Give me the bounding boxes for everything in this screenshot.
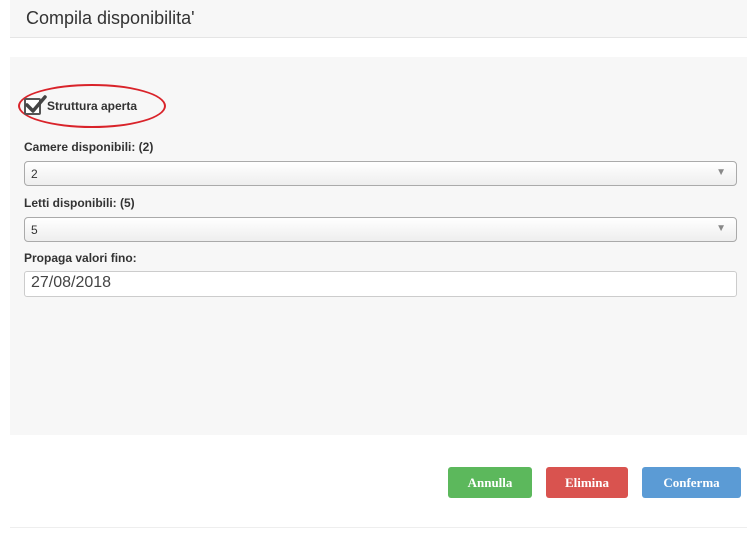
conferma-button[interactable]: Conferma bbox=[642, 467, 741, 498]
footer-divider bbox=[10, 527, 747, 528]
dropdown-arrow-icon: ▼ bbox=[716, 167, 726, 178]
annulla-button[interactable]: Annulla bbox=[448, 467, 532, 498]
struttura-aperta-checkbox-row[interactable]: Struttura aperta bbox=[24, 94, 138, 117]
elimina-button[interactable]: Elimina bbox=[546, 467, 628, 498]
propaga-label: Propaga valori fino: bbox=[24, 251, 137, 265]
letti-label: Letti disponibili: (5) bbox=[24, 196, 135, 210]
letti-select[interactable]: 5 ▼ bbox=[24, 217, 737, 242]
camere-label: Camere disponibili: (2) bbox=[24, 140, 154, 154]
checkbox-label: Struttura aperta bbox=[47, 99, 138, 113]
dropdown-arrow-icon: ▼ bbox=[716, 223, 726, 234]
camere-select-value: 2 bbox=[31, 167, 38, 181]
checkmark-icon bbox=[25, 94, 47, 113]
letti-select-value: 5 bbox=[31, 223, 38, 237]
propaga-date-input[interactable]: 27/08/2018 bbox=[24, 271, 737, 297]
modal-body: Struttura aperta Camere disponibili: (2)… bbox=[10, 57, 747, 435]
modal-title: Compila disponibilita' bbox=[26, 8, 195, 28]
modal-header: Compila disponibilita' bbox=[10, 0, 747, 38]
checkbox[interactable] bbox=[24, 94, 47, 115]
camere-select[interactable]: 2 ▼ bbox=[24, 161, 737, 186]
